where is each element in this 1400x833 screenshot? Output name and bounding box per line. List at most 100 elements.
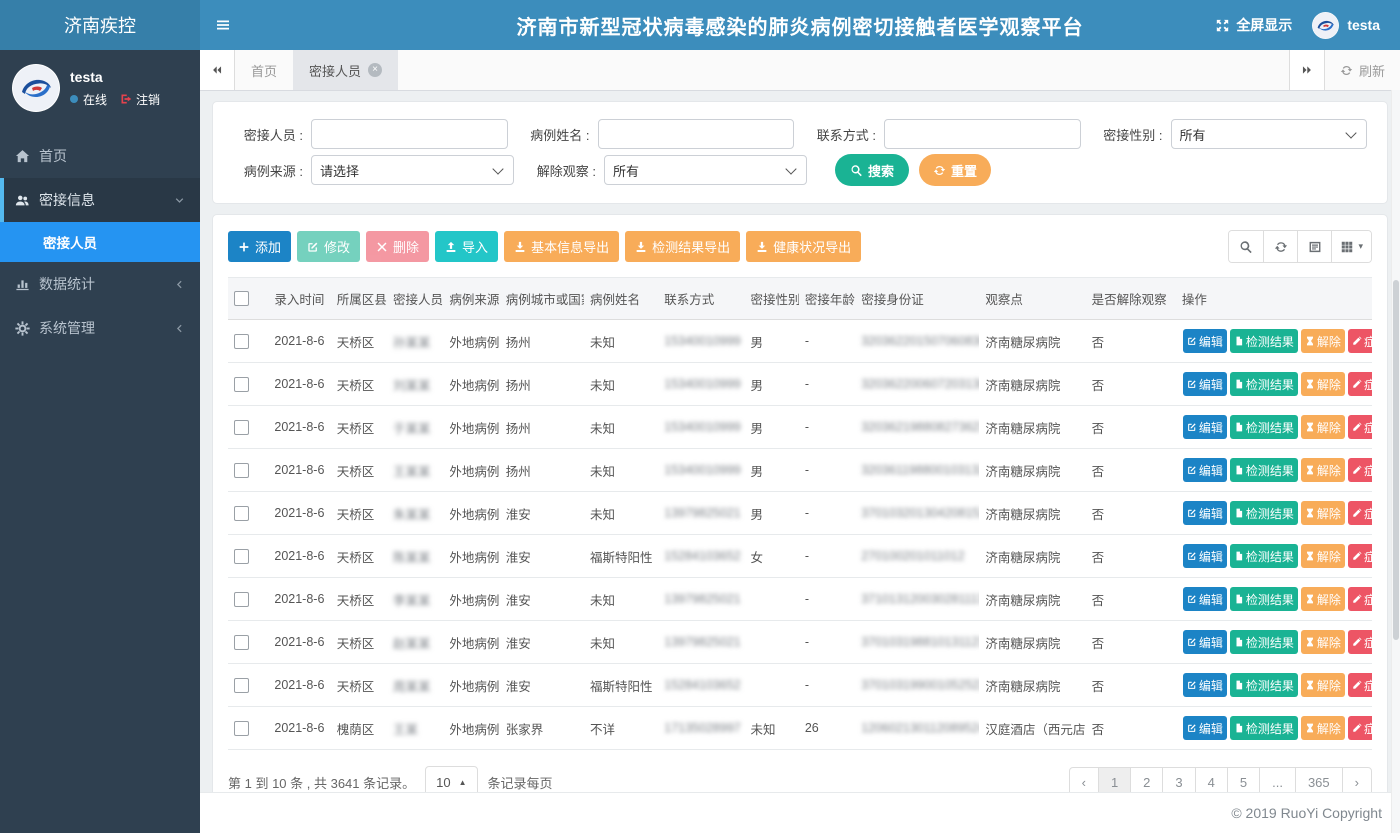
scroll-tabs-right-button[interactable]	[1289, 50, 1324, 90]
symptom-button[interactable]: 症状	[1348, 673, 1372, 697]
column-header[interactable]: 观察点	[979, 278, 1085, 320]
test-result-button[interactable]: 检测结果	[1230, 544, 1298, 568]
row-checkbox[interactable]	[234, 420, 249, 435]
page-365-button[interactable]: 365	[1295, 767, 1343, 793]
tab-close-icon[interactable]: ×	[368, 63, 382, 77]
symptom-button[interactable]: 症状	[1348, 544, 1372, 568]
column-header[interactable]: 操作	[1176, 278, 1372, 320]
edit-row-button[interactable]: 编辑	[1183, 587, 1227, 611]
page-2-button[interactable]: 2	[1130, 767, 1163, 793]
row-checkbox[interactable]	[234, 549, 249, 564]
edit-row-button[interactable]: 编辑	[1183, 329, 1227, 353]
sidebar-item-home[interactable]: 首页	[0, 134, 200, 178]
edit-row-button[interactable]: 编辑	[1183, 458, 1227, 482]
table-search-button[interactable]	[1229, 231, 1263, 262]
release-button[interactable]: 解除	[1301, 587, 1345, 611]
sidebar-item-system[interactable]: 系统管理	[0, 306, 200, 350]
edit-row-button[interactable]: 编辑	[1183, 716, 1227, 740]
edit-row-button[interactable]: 编辑	[1183, 544, 1227, 568]
row-checkbox[interactable]	[234, 592, 249, 607]
tab-home[interactable]: 首页	[235, 50, 293, 90]
sidebar-item-statistics[interactable]: 数据统计	[0, 262, 200, 306]
column-header[interactable]: 密接年龄	[799, 278, 855, 320]
symptom-button[interactable]: 症状	[1348, 372, 1372, 396]
release-button[interactable]: 解除	[1301, 329, 1345, 353]
release-button[interactable]: 解除	[1301, 630, 1345, 654]
release-button[interactable]: 解除	[1301, 544, 1345, 568]
test-result-button[interactable]: 检测结果	[1230, 458, 1298, 482]
vertical-scrollbar[interactable]	[1391, 90, 1400, 833]
edit-row-button[interactable]: 编辑	[1183, 630, 1227, 654]
row-checkbox[interactable]	[234, 506, 249, 521]
column-header[interactable]: 密接性别	[745, 278, 799, 320]
table-columns-button[interactable]: ▾	[1331, 231, 1371, 262]
symptom-button[interactable]: 症状	[1348, 716, 1372, 740]
row-checkbox[interactable]	[234, 463, 249, 478]
symptom-button[interactable]: 症状	[1348, 587, 1372, 611]
release-button[interactable]: 解除	[1301, 372, 1345, 396]
contact-gender-select[interactable]: 所有	[1171, 119, 1368, 149]
fullscreen-button[interactable]: 全屏显示	[1216, 15, 1292, 35]
delete-button[interactable]: 删除	[366, 231, 429, 262]
page-3-button[interactable]: 3	[1162, 767, 1195, 793]
column-header[interactable]: 病例来源	[443, 278, 499, 320]
page-size-select[interactable]: 10 ▲	[425, 766, 477, 792]
edit-row-button[interactable]: 编辑	[1183, 501, 1227, 525]
row-checkbox[interactable]	[234, 635, 249, 650]
test-result-button[interactable]: 检测结果	[1230, 415, 1298, 439]
row-checkbox[interactable]	[234, 334, 249, 349]
export-test-button[interactable]: 检测结果导出	[625, 231, 740, 262]
page-1-button[interactable]: 1	[1098, 767, 1131, 793]
sidebar-item-contact-person[interactable]: 密接人员	[0, 222, 200, 262]
page-5-button[interactable]: 5	[1227, 767, 1260, 793]
column-header[interactable]: 病例姓名	[584, 278, 658, 320]
release-button[interactable]: 解除	[1301, 415, 1345, 439]
test-result-button[interactable]: 检测结果	[1230, 587, 1298, 611]
tab-contact-person[interactable]: 密接人员 ×	[293, 50, 398, 90]
page-4-button[interactable]: 4	[1195, 767, 1228, 793]
page-ellipsis[interactable]: ...	[1259, 767, 1296, 793]
next-page-button[interactable]: ›	[1342, 767, 1372, 793]
column-header[interactable]: 密接人员	[387, 278, 443, 320]
test-result-button[interactable]: 检测结果	[1230, 630, 1298, 654]
logout-button[interactable]: 注销	[120, 91, 160, 108]
contact-person-input[interactable]	[311, 119, 508, 149]
column-header[interactable]: 密接身份证	[855, 278, 979, 320]
sidebar-toggle-button[interactable]	[200, 0, 246, 50]
add-button[interactable]: 添加	[228, 231, 291, 262]
sidebar-item-contact-info[interactable]: 密接信息	[0, 178, 200, 222]
edit-button[interactable]: 修改	[297, 231, 360, 262]
case-source-select[interactable]: 请选择	[311, 155, 514, 185]
column-header[interactable]: 联系方式	[658, 278, 744, 320]
select-all-checkbox[interactable]	[234, 291, 249, 306]
refresh-tab-button[interactable]: 刷新	[1324, 50, 1400, 90]
scroll-tabs-left-button[interactable]	[200, 50, 235, 90]
export-basic-button[interactable]: 基本信息导出	[504, 231, 619, 262]
symptom-button[interactable]: 症状	[1348, 630, 1372, 654]
prev-page-button[interactable]: ‹	[1069, 767, 1099, 793]
contact-method-input[interactable]	[884, 119, 1081, 149]
export-health-button[interactable]: 健康状况导出	[746, 231, 861, 262]
table-detail-view-button[interactable]	[1297, 231, 1331, 262]
column-header[interactable]: 录入时间	[268, 278, 330, 320]
import-button[interactable]: 导入	[435, 231, 498, 262]
test-result-button[interactable]: 检测结果	[1230, 372, 1298, 396]
test-result-button[interactable]: 检测结果	[1230, 501, 1298, 525]
test-result-button[interactable]: 检测结果	[1230, 329, 1298, 353]
test-result-button[interactable]: 检测结果	[1230, 716, 1298, 740]
edit-row-button[interactable]: 编辑	[1183, 415, 1227, 439]
symptom-button[interactable]: 症状	[1348, 501, 1372, 525]
row-checkbox[interactable]	[234, 721, 249, 736]
symptom-button[interactable]: 症状	[1348, 329, 1372, 353]
release-button[interactable]: 解除	[1301, 458, 1345, 482]
release-button[interactable]: 解除	[1301, 501, 1345, 525]
search-button[interactable]: 搜索	[835, 154, 909, 186]
test-result-button[interactable]: 检测结果	[1230, 673, 1298, 697]
release-observation-select[interactable]: 所有	[604, 155, 807, 185]
reset-button[interactable]: 重置	[919, 154, 991, 186]
row-checkbox[interactable]	[234, 377, 249, 392]
row-checkbox[interactable]	[234, 678, 249, 693]
scrollbar-thumb[interactable]	[1393, 280, 1399, 640]
edit-row-button[interactable]: 编辑	[1183, 372, 1227, 396]
column-header[interactable]: 所属区县	[331, 278, 387, 320]
